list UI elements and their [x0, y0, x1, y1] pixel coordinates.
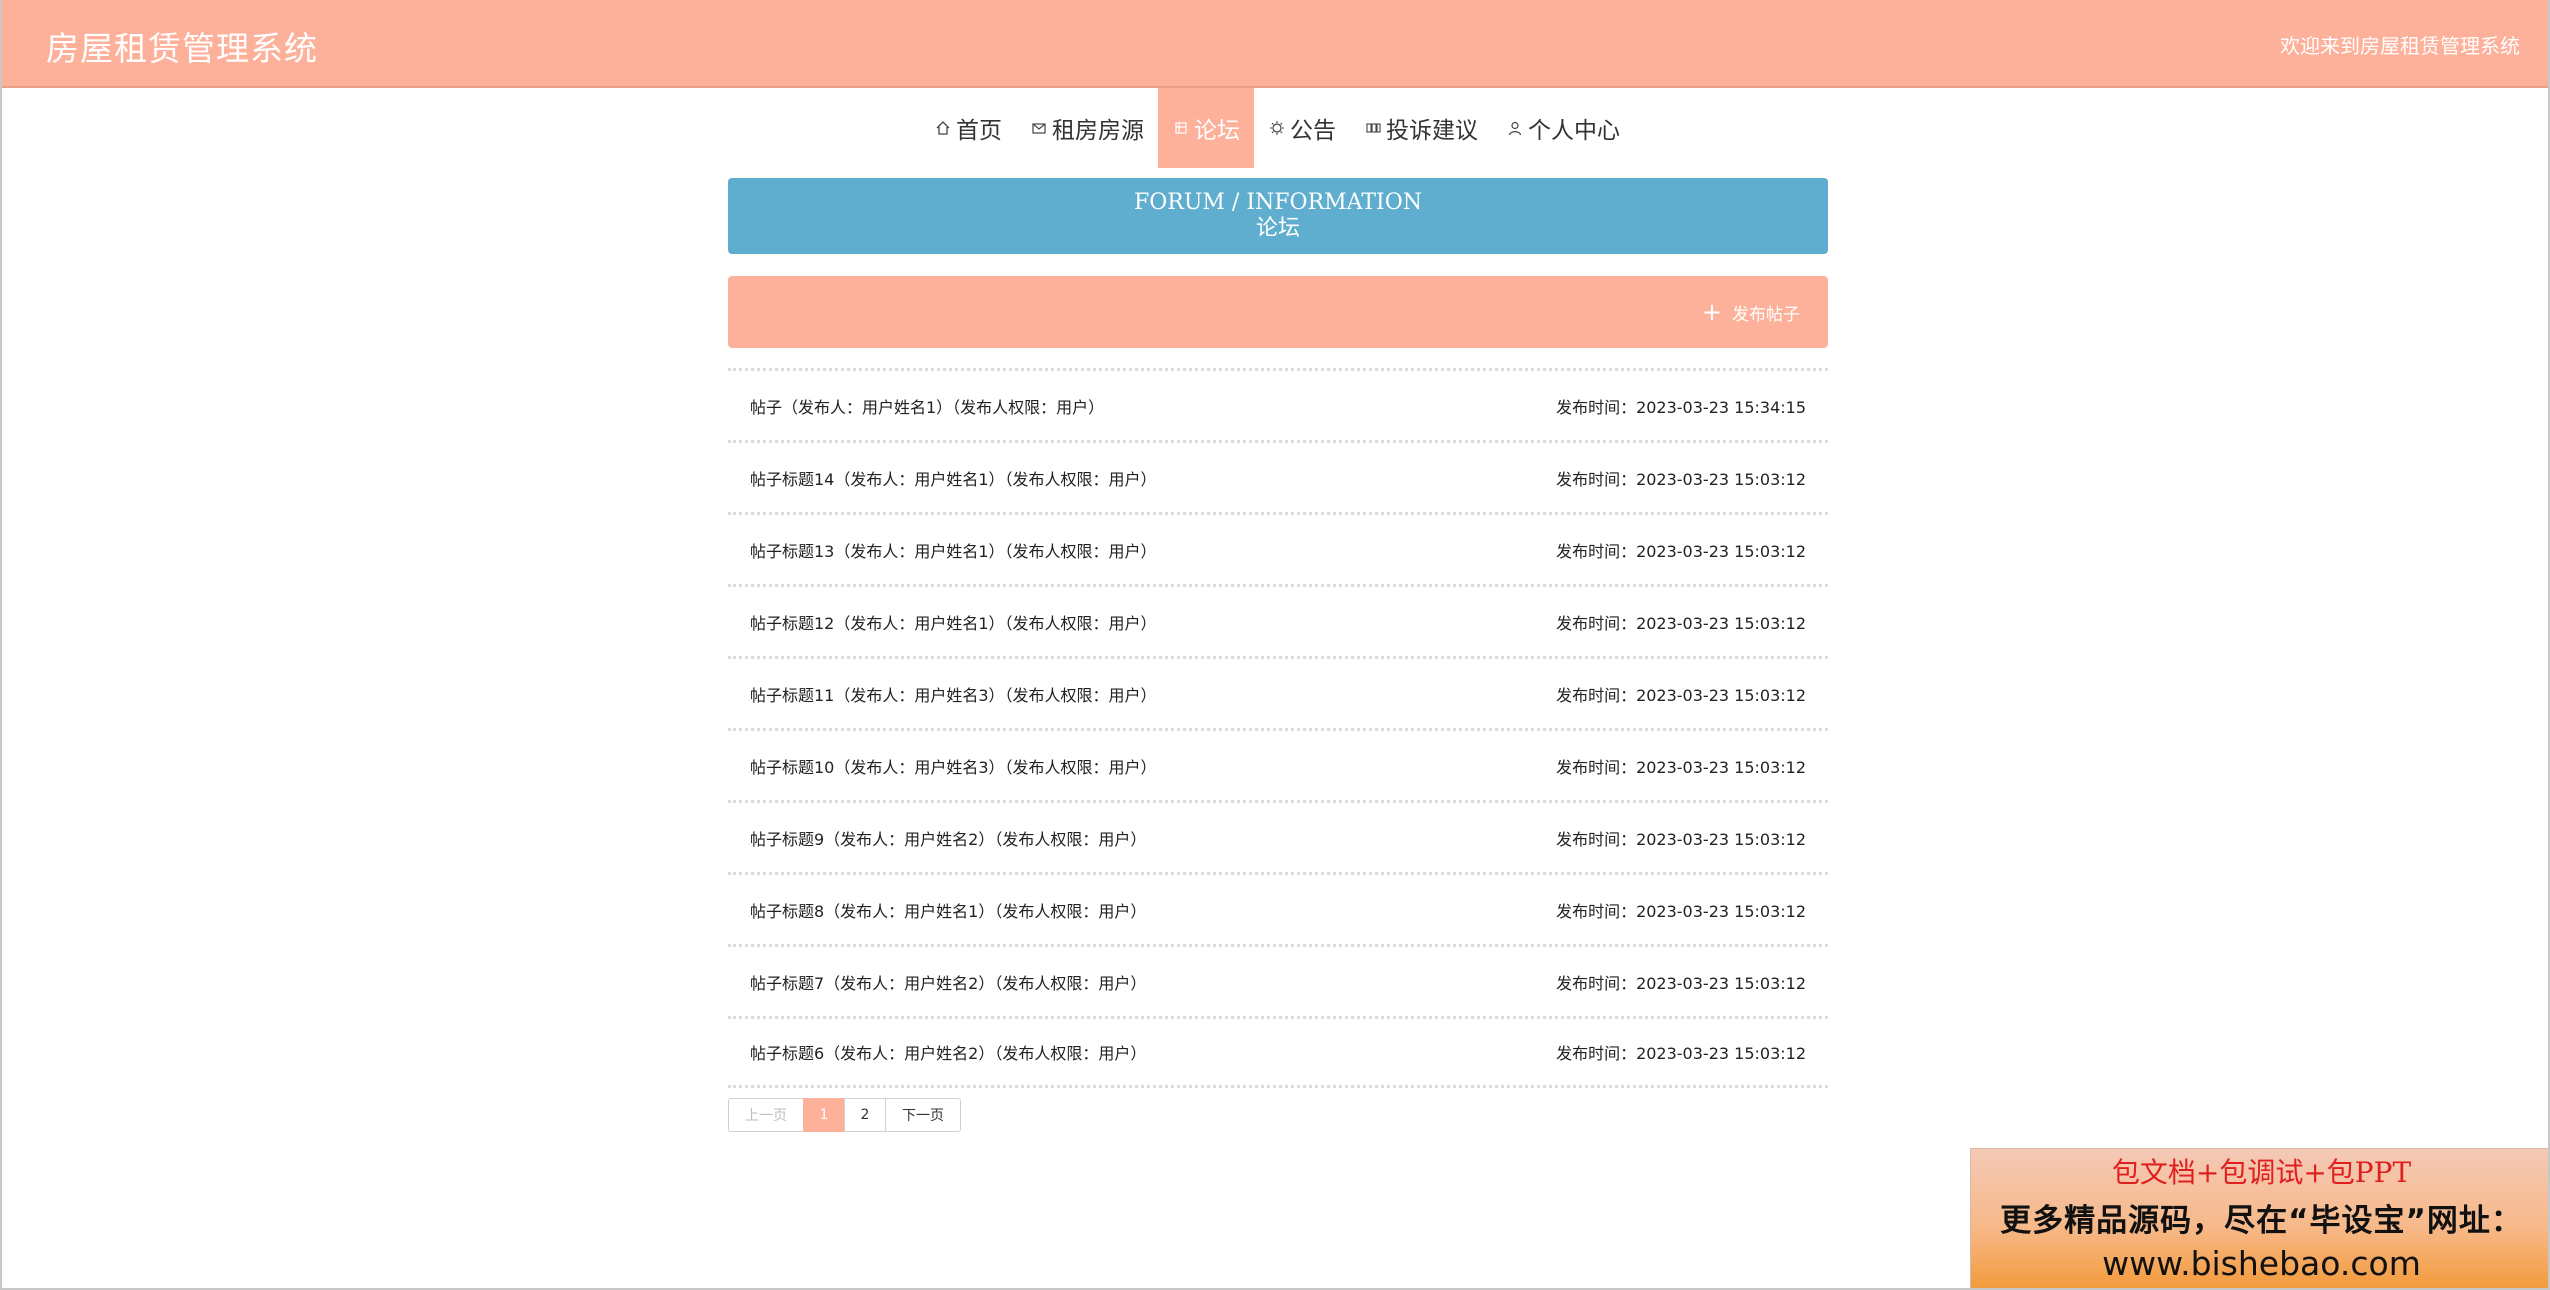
post-title[interactable]: 帖子标题14（发布人：用户姓名1）（发布人权限：用户）: [750, 466, 1157, 490]
home-icon: [934, 119, 952, 137]
user-icon: [1506, 119, 1524, 137]
nav-item-label: 公告: [1290, 118, 1336, 144]
nav-item-label: 租房房源: [1052, 118, 1144, 144]
post-row[interactable]: 帖子标题9（发布人：用户姓名2）（发布人权限：用户） 发布时间：2023-03-…: [728, 800, 1828, 872]
post-title[interactable]: 帖子标题7（发布人：用户姓名2）（发布人权限：用户）: [750, 970, 1146, 994]
promo-line-3: www.bishebao.com: [2102, 1244, 2421, 1283]
nav-item-notice[interactable]: 公告: [1254, 88, 1350, 168]
notice-icon: [1268, 119, 1286, 137]
action-bar: + 发布帖子: [728, 276, 1828, 348]
feedback-icon: [1364, 119, 1382, 137]
post-title[interactable]: 帖子标题10（发布人：用户姓名3）（发布人权限：用户）: [750, 754, 1157, 778]
banner-title-zh: 论坛: [1255, 216, 1300, 241]
post-time: 发布时间：2023-03-23 15:34:15: [1556, 397, 1806, 417]
post-row[interactable]: 帖子标题12（发布人：用户姓名1）（发布人权限：用户） 发布时间：2023-03…: [728, 584, 1828, 656]
nav-item-forum[interactable]: 论坛: [1158, 88, 1254, 168]
site-title[interactable]: 房屋租赁管理系统: [46, 22, 318, 70]
promo-line-2: 更多精品源码，尽在“毕设宝”网址：: [2000, 1203, 2523, 1239]
page-number-button[interactable]: 1: [803, 1098, 845, 1132]
post-row[interactable]: 帖子标题10（发布人：用户姓名3）（发布人权限：用户） 发布时间：2023-03…: [728, 728, 1828, 800]
nav-item-rentals[interactable]: 租房房源: [1016, 88, 1158, 168]
main-nav: 首页 租房房源 论坛 公告 投诉建议 个人中心: [2, 88, 2548, 168]
post-row[interactable]: 帖子（发布人：用户姓名1）（发布人权限：用户） 发布时间：2023-03-23 …: [728, 368, 1828, 440]
banner-title-en: FORUM / INFORMATION: [1134, 190, 1422, 215]
post-time: 发布时间：2023-03-23 15:03:12: [1556, 757, 1806, 777]
post-time: 发布时间：2023-03-23 15:03:12: [1556, 1044, 1806, 1063]
publish-post-button[interactable]: + 发布帖子: [1702, 298, 1800, 326]
next-page-button[interactable]: 下一页: [885, 1098, 961, 1132]
promo-line-1: 包文档+包调试+包PPT: [2111, 1156, 2412, 1189]
post-title[interactable]: 帖子标题12（发布人：用户姓名1）（发布人权限：用户）: [750, 610, 1157, 634]
post-row[interactable]: 帖子标题8（发布人：用户姓名1）（发布人权限：用户） 发布时间：2023-03-…: [728, 872, 1828, 944]
post-row[interactable]: 帖子标题13（发布人：用户姓名1）（发布人权限：用户） 发布时间：2023-03…: [728, 512, 1828, 584]
post-time: 发布时间：2023-03-23 15:03:12: [1556, 829, 1806, 849]
nav-item-label: 个人中心: [1528, 118, 1620, 144]
post-title[interactable]: 帖子标题13（发布人：用户姓名1）（发布人权限：用户）: [750, 538, 1157, 562]
nav-item-label: 论坛: [1194, 118, 1240, 144]
post-time: 发布时间：2023-03-23 15:03:12: [1556, 973, 1806, 993]
publish-post-label: 发布帖子: [1732, 304, 1800, 325]
mail-icon: [1030, 119, 1048, 137]
nav-item-profile[interactable]: 个人中心: [1492, 88, 1634, 168]
promo-watermark: 包文档+包调试+包PPT 更多精品源码，尽在“毕设宝”网址： www.bishe…: [1970, 1148, 2548, 1288]
post-title[interactable]: 帖子标题9（发布人：用户姓名2）（发布人权限：用户）: [750, 826, 1146, 850]
post-title[interactable]: 帖子（发布人：用户姓名1）（发布人权限：用户）: [750, 394, 1104, 418]
post-row[interactable]: 帖子标题11（发布人：用户姓名3）（发布人权限：用户） 发布时间：2023-03…: [728, 656, 1828, 728]
pagination: 上一页 1 2 下一页: [728, 1098, 961, 1132]
post-title[interactable]: 帖子标题6（发布人：用户姓名2）（发布人权限：用户）: [750, 1040, 1146, 1064]
prev-page-button[interactable]: 上一页: [728, 1098, 804, 1132]
post-time: 发布时间：2023-03-23 15:03:12: [1556, 613, 1806, 633]
nav-item-label: 首页: [956, 118, 1002, 144]
post-title[interactable]: 帖子标题11（发布人：用户姓名3）（发布人权限：用户）: [750, 682, 1157, 706]
post-time: 发布时间：2023-03-23 15:03:12: [1556, 541, 1806, 561]
post-list: 帖子（发布人：用户姓名1）（发布人权限：用户） 发布时间：2023-03-23 …: [728, 368, 1828, 1088]
page: 房屋租赁管理系统 欢迎来到房屋租赁管理系统 首页 租房房源 论坛 公告 投诉建议…: [0, 0, 2550, 1290]
nav-item-label: 投诉建议: [1386, 118, 1478, 144]
site-header: 房屋租赁管理系统 欢迎来到房屋租赁管理系统: [2, 0, 2548, 88]
post-time: 发布时间：2023-03-23 15:03:12: [1556, 901, 1806, 921]
page-number-button[interactable]: 2: [844, 1098, 886, 1132]
post-row[interactable]: 帖子标题6（发布人：用户姓名2）（发布人权限：用户） 发布时间：2023-03-…: [728, 1016, 1828, 1088]
plus-icon: +: [1701, 298, 1722, 326]
nav-item-home[interactable]: 首页: [920, 88, 1016, 168]
forum-icon: [1172, 119, 1190, 137]
post-time: 发布时间：2023-03-23 15:03:12: [1556, 469, 1806, 489]
forum-banner: FORUM / INFORMATION 论坛: [728, 178, 1828, 254]
post-time: 发布时间：2023-03-23 15:03:12: [1556, 685, 1806, 705]
post-title[interactable]: 帖子标题8（发布人：用户姓名1）（发布人权限：用户）: [750, 898, 1146, 922]
post-row[interactable]: 帖子标题14（发布人：用户姓名1）（发布人权限：用户） 发布时间：2023-03…: [728, 440, 1828, 512]
welcome-text: 欢迎来到房屋租赁管理系统: [2280, 34, 2520, 58]
nav-item-feedback[interactable]: 投诉建议: [1350, 88, 1492, 168]
post-row[interactable]: 帖子标题7（发布人：用户姓名2）（发布人权限：用户） 发布时间：2023-03-…: [728, 944, 1828, 1016]
